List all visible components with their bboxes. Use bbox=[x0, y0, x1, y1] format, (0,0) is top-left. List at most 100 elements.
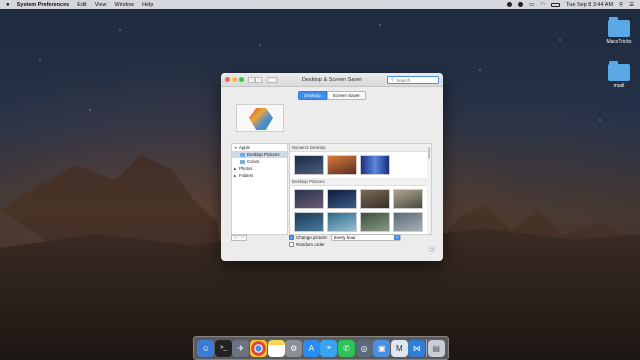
desktop-folder[interactable]: mudi bbox=[599, 61, 639, 89]
change-picture-option[interactable]: ✓ Change picture: bbox=[289, 235, 328, 240]
back-button[interactable]: ‹ bbox=[248, 76, 255, 83]
status-area: ▭ ◠ Tue Sep 8 3:44 AM ⚲ ☰ bbox=[507, 2, 634, 8]
macs-fan-control-icon[interactable]: M bbox=[390, 339, 408, 357]
zoom-window-button[interactable] bbox=[239, 77, 244, 82]
scrollbar-thumb[interactable] bbox=[428, 147, 430, 159]
disclosure-right-icon[interactable]: ▶ bbox=[234, 167, 237, 171]
preferences-window: ‹ › ⋮⋮⋮ Desktop & Screen Saver ⚲ Desktop… bbox=[221, 73, 443, 261]
section-header-dynamic-desktop: Dynamic Desktop bbox=[290, 144, 431, 152]
source-list: ▼ Apple Desktop Pictures Colors ▶ Photos ▶… bbox=[231, 143, 288, 235]
section-header-desktop-pictures: Desktop Pictures bbox=[290, 178, 431, 186]
wallpaper-thumbnail[interactable] bbox=[327, 212, 357, 232]
wallpaper-thumbnail[interactable] bbox=[360, 155, 390, 175]
sidebar-group-photos[interactable]: ▶ Photos bbox=[232, 165, 287, 172]
menu-app-name[interactable]: System Preferences bbox=[17, 2, 70, 8]
siri-status-icon[interactable] bbox=[518, 2, 524, 7]
show-all-button[interactable]: ⋮⋮⋮ bbox=[267, 76, 280, 83]
tab-screen-saver[interactable]: Screen Saver bbox=[326, 91, 366, 100]
menu-help[interactable]: Help bbox=[142, 2, 153, 8]
change-picture-checkbox[interactable]: ✓ bbox=[289, 235, 294, 240]
app-store-icon[interactable]: A bbox=[302, 339, 320, 357]
desktop-folder-label: mudi bbox=[613, 83, 625, 89]
menu-edit[interactable]: Edit bbox=[77, 2, 86, 8]
wallpaper-thumbnail[interactable] bbox=[360, 189, 390, 209]
desktop-preview bbox=[236, 104, 284, 132]
launchpad-icon[interactable]: ✈ bbox=[232, 339, 250, 357]
sidebar-item-label: Folders bbox=[239, 173, 254, 178]
folder-icon bbox=[608, 17, 630, 37]
chevron-updown-icon: ⇕ bbox=[394, 235, 400, 240]
finder-icon[interactable]: ☺ bbox=[197, 339, 215, 357]
dynamic-desktop-grid bbox=[290, 152, 431, 178]
sidebar-item-label: Colors bbox=[247, 159, 260, 164]
current-wallpaper-thumbnail bbox=[249, 108, 273, 130]
notification-center-icon[interactable]: ☰ bbox=[629, 2, 634, 8]
menu-clock[interactable]: Tue Sep 8 3:44 AM bbox=[566, 2, 613, 8]
wallpaper-thumbnail[interactable] bbox=[360, 212, 390, 232]
remove-folder-button[interactable]: − bbox=[239, 236, 246, 240]
sidebar-item-label: Apple bbox=[239, 145, 250, 150]
search-input[interactable] bbox=[396, 77, 437, 83]
vscode-icon[interactable]: ⋈ bbox=[408, 339, 426, 357]
airplay-icon[interactable]: ▭ bbox=[529, 2, 534, 8]
trash-icon[interactable]: ▤ bbox=[427, 339, 445, 357]
wallpaper-thumbnail[interactable] bbox=[393, 212, 423, 232]
folder-icon bbox=[240, 152, 245, 157]
wallpaper-thumbnail[interactable] bbox=[294, 189, 324, 209]
close-window-button[interactable] bbox=[225, 77, 230, 82]
chrome-icon[interactable] bbox=[250, 339, 268, 357]
apple-menu-icon[interactable]: ● bbox=[6, 2, 10, 8]
menu-window[interactable]: Window bbox=[115, 2, 135, 8]
desktop-folder-label: MacsTricks bbox=[606, 39, 632, 45]
wallpaper-thumbnail[interactable] bbox=[393, 189, 423, 209]
dock: ☺ >_ ✈ ⚙ A ⌖ ✆ ◎ ▣ M ⋈ ▤ bbox=[193, 336, 449, 360]
sidebar-item-desktop-pictures[interactable]: Desktop Pictures bbox=[232, 151, 287, 158]
change-picture-label: Change picture: bbox=[296, 235, 328, 240]
wifi-icon[interactable]: ◠ bbox=[540, 2, 545, 8]
sidebar-group-apple[interactable]: ▼ Apple bbox=[232, 144, 287, 151]
change-interval-value: Every hour bbox=[334, 235, 356, 240]
tab-desktop[interactable]: Desktop bbox=[298, 91, 327, 100]
notes-icon[interactable] bbox=[267, 339, 285, 357]
sidebar-item-label: Photos bbox=[239, 166, 253, 171]
add-folder-button[interactable]: + bbox=[232, 236, 239, 240]
folder-icon bbox=[240, 159, 245, 164]
forward-button[interactable]: › bbox=[255, 76, 262, 83]
disk-utility-icon[interactable]: ◎ bbox=[355, 339, 373, 357]
sidebar-item-colors[interactable]: Colors bbox=[232, 158, 287, 165]
safari-icon[interactable]: ⌖ bbox=[320, 339, 338, 357]
wallpaper-thumbnail[interactable] bbox=[327, 189, 357, 209]
desktop-pictures-grid bbox=[290, 186, 431, 234]
change-interval-select[interactable]: Every hour ⇕ bbox=[331, 234, 401, 241]
search-field[interactable]: ⚲ bbox=[387, 76, 439, 84]
terminal-icon[interactable]: >_ bbox=[214, 339, 232, 357]
sidebar-item-label: Desktop Pictures bbox=[247, 152, 280, 157]
search-icon: ⚲ bbox=[391, 77, 395, 82]
preview-icon[interactable]: ▣ bbox=[373, 339, 391, 357]
system-preferences-icon[interactable]: ⚙ bbox=[285, 339, 303, 357]
menu-bar: ● System Preferences Edit View Window He… bbox=[0, 0, 640, 9]
wallpaper-thumbnail[interactable] bbox=[327, 155, 357, 175]
disclosure-down-icon[interactable]: ▼ bbox=[234, 146, 237, 150]
random-order-checkbox[interactable] bbox=[289, 242, 294, 247]
wallpaper-thumbnail[interactable] bbox=[294, 155, 324, 175]
menu-view[interactable]: View bbox=[95, 2, 107, 8]
tab-bar: Desktop Screen Saver bbox=[221, 91, 443, 100]
minimize-window-button[interactable] bbox=[232, 77, 237, 82]
scrollbar[interactable] bbox=[427, 144, 431, 234]
random-order-option[interactable]: Random order bbox=[289, 242, 325, 247]
status-app-icon[interactable] bbox=[507, 2, 513, 7]
whatsapp-icon[interactable]: ✆ bbox=[338, 339, 356, 357]
wallpaper-browser: Dynamic Desktop Desktop Pictures bbox=[289, 143, 432, 235]
disclosure-right-icon[interactable]: ▶ bbox=[234, 174, 237, 178]
sidebar-group-folders[interactable]: ▶ Folders bbox=[232, 172, 287, 179]
battery-icon[interactable] bbox=[551, 2, 561, 7]
spotlight-icon[interactable]: ⚲ bbox=[619, 2, 623, 8]
desktop-folder[interactable]: MacsTricks bbox=[599, 17, 639, 45]
folder-icon bbox=[608, 61, 630, 81]
random-order-label: Random order bbox=[296, 242, 325, 247]
window-titlebar[interactable]: ‹ › ⋮⋮⋮ Desktop & Screen Saver ⚲ bbox=[221, 73, 443, 87]
wallpaper-thumbnail[interactable] bbox=[294, 212, 324, 232]
dock-separator bbox=[426, 339, 428, 357]
help-button[interactable]: ? bbox=[429, 246, 435, 252]
